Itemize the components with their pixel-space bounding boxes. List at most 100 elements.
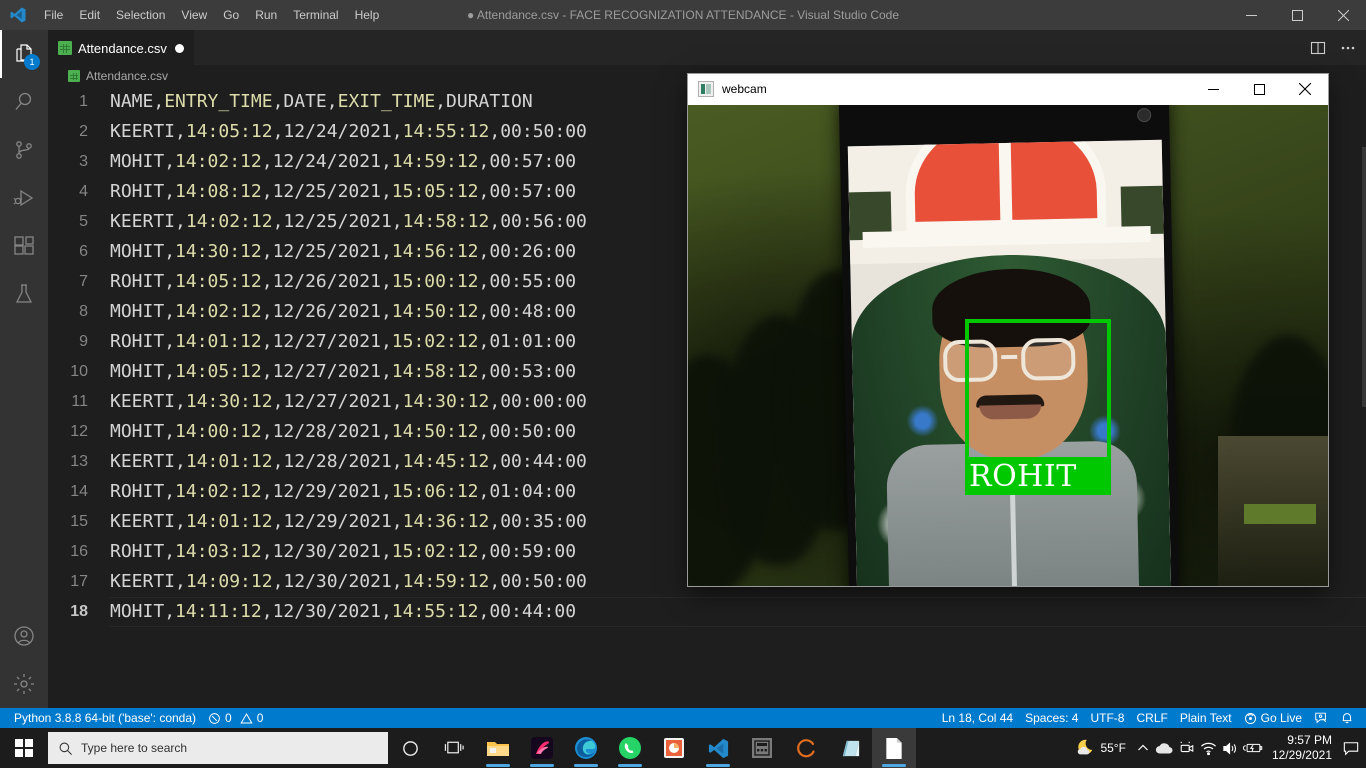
menu-help[interactable]: Help: [347, 0, 388, 30]
powerpoint-icon[interactable]: [652, 728, 696, 768]
breadcrumb-file-icon: [68, 70, 80, 82]
task-view-icon[interactable]: [432, 728, 476, 768]
status-language-mode[interactable]: Plain Text: [1174, 708, 1238, 728]
webcam-titlebar[interactable]: webcam: [688, 74, 1328, 105]
activity-bar: 1: [0, 30, 48, 708]
desktop: File Edit Selection View Go Run Terminal…: [0, 0, 1366, 768]
status-cursor-position[interactable]: Ln 18, Col 44: [936, 708, 1019, 728]
visual-studio-code-icon[interactable]: [696, 728, 740, 768]
sidebar-item-explorer[interactable]: 1: [0, 30, 48, 78]
weather-widget[interactable]: 55°F: [1069, 728, 1131, 768]
line-number: 3: [79, 153, 88, 170]
webcam-window-title: webcam: [722, 82, 767, 96]
explorer-badge: 1: [24, 54, 40, 70]
anaconda-navigator-icon[interactable]: [784, 728, 828, 768]
wifi-icon[interactable]: [1198, 728, 1220, 768]
line-number: 15: [70, 513, 88, 530]
line-number: 2: [79, 123, 88, 140]
line-number: 11: [71, 393, 88, 410]
sticky-notes-icon[interactable]: [828, 728, 872, 768]
status-encoding[interactable]: UTF-8: [1084, 708, 1130, 728]
editor-scrollbar[interactable]: [1362, 147, 1366, 407]
start-button[interactable]: [0, 728, 48, 768]
webcam-maximize-button[interactable]: [1236, 74, 1282, 105]
file-explorer-icon[interactable]: [476, 728, 520, 768]
menu-go[interactable]: Go: [215, 0, 247, 30]
status-bar-right: Ln 18, Col 44 Spaces: 4 UTF-8 CRLF Plain…: [936, 708, 1366, 728]
phone-camera-icon: [1137, 107, 1152, 123]
line-number: 16: [70, 543, 88, 560]
editor-actions: [1304, 30, 1362, 65]
whatsapp-icon[interactable]: [608, 728, 652, 768]
more-actions-icon[interactable]: [1334, 34, 1362, 62]
cortana-icon[interactable]: [388, 728, 432, 768]
sidebar-item-search[interactable]: [0, 78, 48, 126]
search-icon: [59, 742, 72, 755]
accounts-icon[interactable]: [0, 612, 48, 660]
line-number: 12: [70, 423, 88, 440]
clock[interactable]: 9:57 PM 12/29/2021: [1264, 728, 1340, 768]
sidebar-item-testing[interactable]: [0, 270, 48, 318]
moon-weather-icon: [1078, 739, 1093, 755]
tab-label: Attendance.csv: [78, 40, 167, 56]
action-center-icon[interactable]: [1340, 728, 1362, 768]
sidebar-item-source-control[interactable]: [0, 126, 48, 174]
vscode-logo-icon: [0, 0, 36, 30]
clock-time: 9:57 PM: [1287, 733, 1332, 747]
titlebar: File Edit Selection View Go Run Terminal…: [0, 0, 1366, 30]
windows-taskbar: Type here to search 55°F 9:57 PM 12/29/2…: [0, 728, 1366, 768]
gear-icon[interactable]: [0, 660, 48, 708]
status-indentation[interactable]: Spaces: 4: [1019, 708, 1084, 728]
menu-selection[interactable]: Selection: [108, 0, 173, 30]
line-number: 18: [70, 603, 88, 620]
status-feedback-icon[interactable]: [1308, 711, 1334, 725]
menubar: File Edit Selection View Go Run Terminal…: [36, 0, 387, 30]
creative-app-icon[interactable]: [520, 728, 564, 768]
webcam-close-button[interactable]: [1282, 74, 1328, 105]
status-notifications-bell-icon[interactable]: [1334, 711, 1360, 725]
menu-file[interactable]: File: [36, 0, 71, 30]
editor-tabs: Attendance.csv: [48, 30, 1366, 65]
error-count: 0: [225, 711, 232, 725]
minimize-button[interactable]: [1228, 0, 1274, 30]
battery-charging-icon[interactable]: [1242, 728, 1264, 768]
menu-terminal[interactable]: Terminal: [285, 0, 346, 30]
status-problems[interactable]: 0 0: [202, 708, 269, 728]
microsoft-edge-icon[interactable]: [564, 728, 608, 768]
sidebar-item-extensions[interactable]: [0, 222, 48, 270]
maximize-button[interactable]: [1274, 0, 1320, 30]
webcam-minimize-button[interactable]: [1190, 74, 1236, 105]
onedrive-cloud-icon[interactable]: [1154, 728, 1176, 768]
menu-view[interactable]: View: [173, 0, 215, 30]
calculator-icon[interactable]: [740, 728, 784, 768]
menu-edit[interactable]: Edit: [71, 0, 108, 30]
line-number: 17: [70, 573, 88, 590]
sidebar-item-run-and-debug[interactable]: [0, 174, 48, 222]
close-button[interactable]: [1320, 0, 1366, 30]
face-detection-label: ROHIT: [965, 457, 1111, 495]
csv-file-icon: [58, 41, 72, 55]
code-line[interactable]: 18 MOHIT,14:11:12,12/30/2021,14:55:12,00:…: [48, 597, 1366, 627]
scene-shelf-item: [1244, 504, 1316, 524]
camera-in-use-icon[interactable]: [1176, 728, 1198, 768]
show-hidden-icons-chevron-up-icon[interactable]: [1132, 728, 1154, 768]
unsaved-indicator-icon[interactable]: [174, 43, 184, 53]
line-number: 9: [79, 333, 88, 350]
menu-run[interactable]: Run: [247, 0, 285, 30]
status-python-interpreter[interactable]: Python 3.8.8 64-bit ('base': conda): [8, 708, 202, 728]
taskbar-search[interactable]: Type here to search: [48, 732, 388, 764]
line-text: MOHIT,14:11:12,12/30/2021,14:55:12,00:44…: [110, 597, 1366, 627]
line-number: 6: [79, 243, 88, 260]
webcam-window-controls: [1190, 74, 1328, 105]
breadcrumb-label: Attendance.csv: [86, 69, 169, 83]
status-go-live[interactable]: Go Live: [1238, 708, 1308, 728]
split-editor-icon[interactable]: [1304, 34, 1332, 62]
volume-icon[interactable]: [1220, 728, 1242, 768]
clock-date: 12/29/2021: [1271, 748, 1332, 762]
python-window-icon[interactable]: [872, 728, 916, 768]
tab-attendance-csv[interactable]: Attendance.csv: [48, 30, 195, 65]
line-number: 5: [79, 213, 88, 230]
photo-arch-decor: [903, 139, 1107, 235]
status-eol[interactable]: CRLF: [1130, 708, 1173, 728]
weather-temperature: 55°F: [1100, 741, 1126, 755]
